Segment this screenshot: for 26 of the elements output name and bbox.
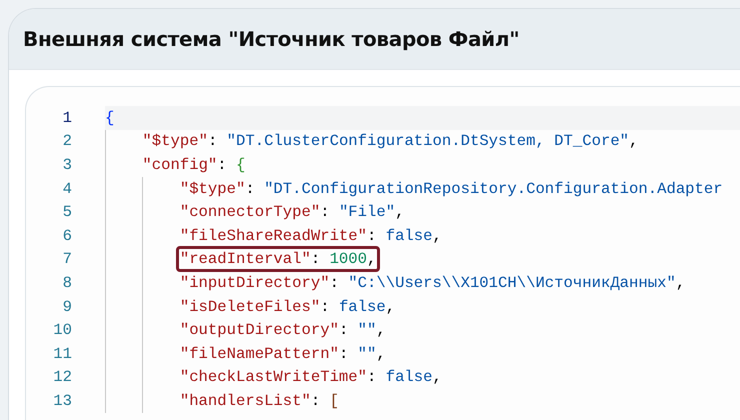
code-line: "connectorType": "File",	[178, 202, 406, 224]
code-line: "$type": "DT.ClusterConfiguration.DtSystem, DT_Core",	[141, 131, 640, 152]
line-number: 11	[52, 344, 72, 363]
page-title: Внешняя система "Источник товаров Файл"	[23, 27, 520, 51]
code-line: "fileNamePattern": "",	[178, 344, 387, 365]
line-number: 4	[62, 180, 72, 198]
line-number: 12	[52, 368, 72, 386]
line-number: 2	[62, 132, 72, 150]
code-line: "checkLastWriteTime": false,	[178, 367, 443, 388]
code-line: "isDeleteFiles": false,	[178, 296, 396, 318]
line-number: 10	[52, 321, 72, 340]
code-line: "handlersList": [	[178, 390, 340, 412]
line-number: 13	[52, 392, 72, 410]
line-number: 8	[62, 274, 72, 292]
line-number: 5	[62, 203, 72, 222]
code-line: "outputDirectory": "",	[178, 320, 387, 342]
code-line: "config": {	[141, 154, 246, 176]
line-number: 1	[62, 108, 72, 127]
line-number: 9	[62, 298, 72, 316]
line-number: 7	[62, 250, 72, 268]
code-line: "inputDirectory": "C:\\Users\\X101CH\\ИсточникДанных",	[178, 272, 686, 294]
code-line: "$type": "DT.ConfigurationRepository.Configuration.Adapter	[178, 178, 724, 200]
line-number: 6	[62, 226, 72, 245]
code-line: {	[104, 108, 116, 129]
code-line: "fileShareReadWrite": false,	[178, 226, 443, 247]
line-number: 3	[62, 156, 72, 174]
